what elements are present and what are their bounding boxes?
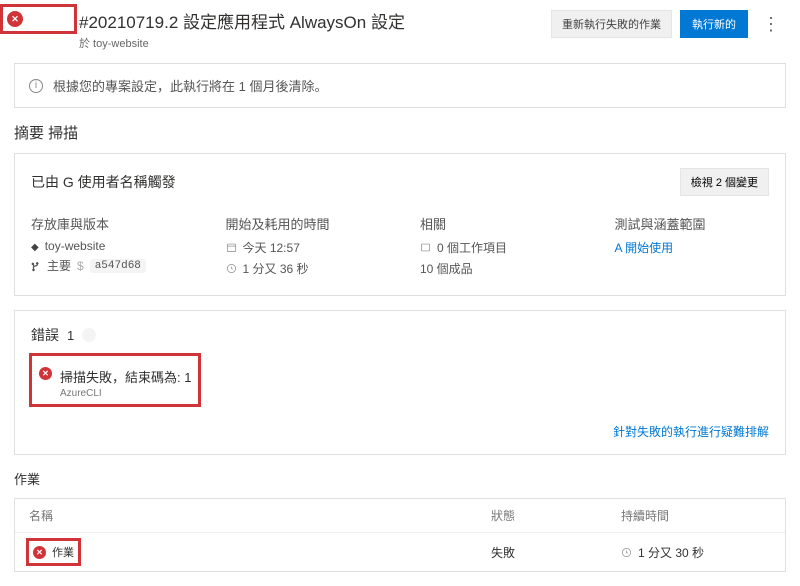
clock-icon	[226, 263, 237, 274]
error-icon	[39, 367, 52, 380]
retention-banner: i 根據您的專案設定，此執行將在 1 個月後清除。	[14, 63, 786, 108]
job-duration: 1 分又 30 秒	[638, 544, 704, 561]
troubleshoot-link[interactable]: 針對失敗的執行進行疑難排解	[613, 425, 769, 439]
highlight-job: 作業	[29, 541, 78, 563]
workitem-icon	[420, 242, 431, 253]
highlight-status	[4, 8, 73, 30]
branch-icon	[31, 261, 41, 271]
errors-card: 錯誤 1 掃描失敗，結束碼為: 1 AzureCLI 針對失敗的執行進行疑難排解	[14, 310, 786, 455]
title-block: #20210719.2 設定應用程式 AlwaysOn 設定 於 toy-web…	[79, 8, 551, 51]
get-started-link[interactable]: A 開始使用	[615, 239, 674, 256]
more-menu-icon[interactable]: ⋮	[756, 15, 786, 33]
summary-card: 已由 G 使用者名稱觸發 檢視 2 個變更 存放庫與版本 toy-website…	[14, 153, 786, 296]
error-message[interactable]: 掃描失敗，結束碼為: 1	[60, 367, 191, 386]
repo-icon	[31, 239, 39, 253]
section-title: 摘要 掃描	[0, 122, 800, 153]
page-header: #20210719.2 設定應用程式 AlwaysOn 設定 於 toy-web…	[0, 0, 800, 57]
job-name: 作業	[52, 544, 74, 560]
view-changes-button[interactable]: 檢視 2 個變更	[680, 168, 769, 196]
page-title: #20210719.2 設定應用程式 AlwaysOn 設定	[79, 8, 551, 33]
tests-column: 測試與涵蓋範圍 A 開始使用	[615, 214, 770, 281]
run-new-button[interactable]: 執行新的	[680, 10, 748, 38]
trigger-text: 已由 G 使用者名稱觸發	[31, 172, 176, 192]
error-source: AzureCLI	[60, 388, 191, 399]
repo-column: 存放庫與版本 toy-website 主要 $ a547d68	[31, 214, 186, 281]
clock-icon	[621, 547, 632, 558]
error-icon	[7, 11, 23, 27]
time-column: 開始及耗用的時間 今天 12:57 1 分又 36 秒	[226, 214, 381, 281]
jobs-header-row: 名稱 狀態 持續時間	[15, 499, 785, 533]
rerun-failed-button[interactable]: 重新執行失敗的作業	[551, 10, 672, 38]
header-actions: 重新執行失敗的作業 執行新的 ⋮	[551, 10, 786, 38]
info-icon: i	[29, 79, 43, 93]
related-column: 相關 0 個工作項目 10 個成品	[420, 214, 575, 281]
jobs-row[interactable]: 作業 失敗 1 分又 30 秒	[15, 533, 785, 571]
commit-hash[interactable]: a547d68	[90, 259, 146, 273]
calendar-icon	[226, 242, 237, 253]
jobs-title: 作業	[0, 469, 800, 498]
job-status: 失敗	[491, 544, 621, 561]
page-subtitle: 於 toy-website	[79, 35, 551, 51]
error-icon	[33, 546, 46, 559]
error-count-badge	[82, 328, 96, 342]
highlight-error-item: 掃描失敗，結束碼為: 1 AzureCLI	[31, 355, 199, 405]
jobs-card: 名稱 狀態 持續時間 作業 失敗 1 分又 30 秒	[14, 498, 786, 572]
banner-text: 根據您的專案設定，此執行將在 1 個月後清除。	[53, 76, 327, 95]
errors-label: 錯誤	[31, 325, 59, 345]
